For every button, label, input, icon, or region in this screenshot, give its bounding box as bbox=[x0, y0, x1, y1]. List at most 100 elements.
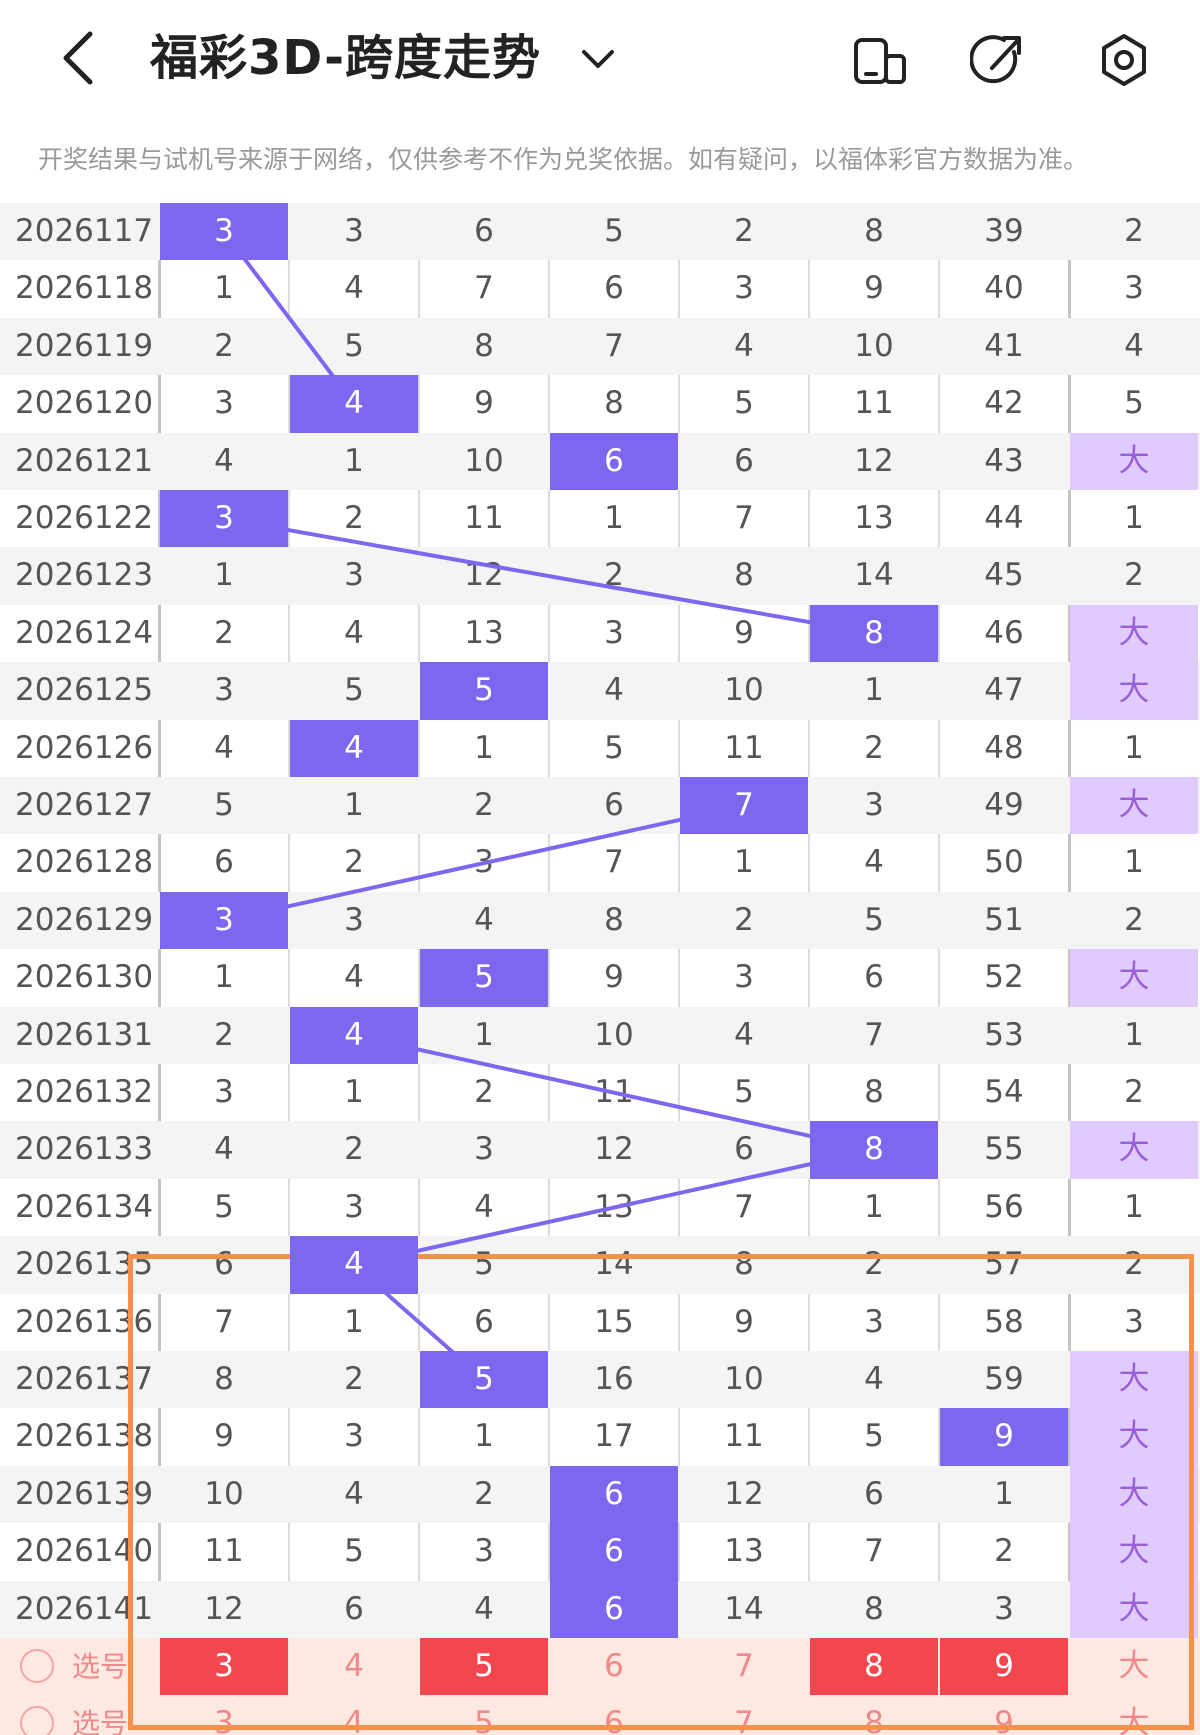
omission-cell: 12 bbox=[464, 557, 504, 594]
issue-number: 2026139 bbox=[15, 1475, 154, 1512]
omission-cell: 42 bbox=[984, 385, 1024, 422]
issue-number: 2026123 bbox=[15, 557, 154, 594]
issue-number: 2026137 bbox=[15, 1361, 154, 1397]
omission-cell: 2 bbox=[1124, 213, 1144, 249]
chevron-down-icon[interactable] bbox=[578, 40, 618, 80]
issue-number: 2026134 bbox=[15, 1188, 154, 1225]
omission-cell: 6 bbox=[604, 787, 624, 823]
select-label: 选号 bbox=[72, 1707, 129, 1735]
big-badge-cell: 大 bbox=[1070, 777, 1198, 835]
omission-cell: 10 bbox=[204, 1475, 244, 1512]
omission-cell: 2 bbox=[474, 1475, 494, 1512]
omission-cell: 12 bbox=[594, 1131, 634, 1168]
table-row: 2026130 1 4 5 9 3 6 52 大 bbox=[0, 949, 1200, 1007]
omission-cell: 45 bbox=[984, 557, 1024, 594]
select-number-button[interactable]: 大 bbox=[1070, 1638, 1198, 1695]
omission-cell: 13 bbox=[594, 1188, 634, 1225]
omission-cell: 5 bbox=[214, 787, 234, 823]
select-number-button[interactable]: 8 bbox=[810, 1638, 938, 1696]
select-number-button[interactable]: 5 bbox=[420, 1695, 548, 1735]
select-number-button[interactable]: 大 bbox=[1070, 1695, 1198, 1735]
radio-circle-icon[interactable] bbox=[20, 1706, 54, 1735]
span-hit-cell: 4 bbox=[290, 375, 418, 433]
select-number-button[interactable]: 4 bbox=[290, 1695, 418, 1735]
omission-cell: 6 bbox=[214, 844, 234, 881]
span-hit-cell: 6 bbox=[550, 432, 678, 490]
select-number-button[interactable]: 3 bbox=[160, 1638, 288, 1696]
omission-cell: 3 bbox=[604, 614, 624, 651]
span-hit-cell: 7 bbox=[680, 777, 808, 835]
chevron-left-icon[interactable] bbox=[52, 28, 112, 88]
span-hit-cell: 6 bbox=[550, 1465, 678, 1524]
omission-cell: 4 bbox=[734, 327, 754, 364]
radio-circle-icon[interactable] bbox=[20, 1649, 54, 1683]
omission-cell: 7 bbox=[864, 1533, 884, 1570]
omission-cell: 9 bbox=[214, 1418, 234, 1455]
omission-cell: 5 bbox=[214, 1188, 234, 1225]
issue-number: 2026125 bbox=[15, 672, 154, 709]
select-number-button[interactable]: 6 bbox=[550, 1638, 678, 1695]
big-badge-cell: 大 bbox=[1070, 1523, 1198, 1581]
share-icon[interactable] bbox=[970, 30, 1026, 90]
table-row: 2026118 1 4 7 6 3 9 40 3 bbox=[0, 260, 1200, 317]
issue-number: 2026135 bbox=[15, 1246, 154, 1283]
omission-cell: 1 bbox=[1124, 844, 1144, 881]
select-number-button[interactable]: 7 bbox=[680, 1638, 808, 1695]
omission-cell: 2 bbox=[344, 1131, 364, 1168]
select-number-button[interactable]: 9 bbox=[940, 1695, 1068, 1735]
omission-cell: 2 bbox=[1124, 1246, 1144, 1283]
omission-cell: 3 bbox=[214, 672, 234, 709]
omission-cell: 8 bbox=[734, 1246, 754, 1283]
issue-number: 2026122 bbox=[15, 500, 154, 536]
omission-cell: 3 bbox=[214, 1074, 234, 1110]
omission-cell: 50 bbox=[984, 844, 1024, 881]
omission-cell: 11 bbox=[594, 1074, 634, 1110]
span-hit-cell: 8 bbox=[810, 604, 938, 663]
issue-number: 2026127 bbox=[15, 787, 154, 823]
omission-cell: 13 bbox=[724, 1533, 764, 1570]
omission-cell: 52 bbox=[984, 959, 1024, 996]
issue-number: 2026133 bbox=[15, 1131, 154, 1168]
select-number-button[interactable]: 3 bbox=[160, 1695, 288, 1735]
omission-cell: 2 bbox=[474, 787, 494, 823]
omission-cell: 2 bbox=[734, 901, 754, 938]
issue-number: 2026121 bbox=[15, 442, 154, 479]
omission-cell: 1 bbox=[344, 1303, 364, 1340]
omission-cell: 12 bbox=[724, 1475, 764, 1512]
select-number-button[interactable]: 6 bbox=[550, 1695, 678, 1735]
omission-cell: 5 bbox=[604, 729, 624, 766]
span-hit-cell: 6 bbox=[550, 1523, 678, 1581]
omission-cell: 8 bbox=[474, 327, 494, 364]
omission-cell: 5 bbox=[864, 901, 884, 938]
omission-cell: 2 bbox=[1124, 1074, 1144, 1110]
select-number-button[interactable]: 7 bbox=[680, 1695, 808, 1735]
omission-cell: 10 bbox=[594, 1016, 634, 1053]
omission-cell: 9 bbox=[604, 959, 624, 996]
select-number-button[interactable]: 8 bbox=[810, 1695, 938, 1735]
omission-cell: 2 bbox=[474, 1074, 494, 1110]
table-row: 2026123 1 3 12 2 8 14 45 2 bbox=[0, 547, 1200, 605]
big-badge-cell: 大 bbox=[1070, 1465, 1198, 1524]
page-title[interactable]: 福彩3D-跨度走势 bbox=[150, 22, 541, 94]
omission-cell: 41 bbox=[984, 327, 1024, 364]
table-row: 2026127 5 1 2 6 7 3 49 大 bbox=[0, 777, 1200, 835]
issue-number: 2026119 bbox=[15, 327, 154, 364]
omission-cell: 1 bbox=[864, 1188, 884, 1225]
omission-cell: 47 bbox=[984, 672, 1024, 709]
omission-cell: 3 bbox=[344, 557, 364, 594]
settings-icon[interactable] bbox=[1096, 30, 1152, 90]
omission-cell: 9 bbox=[734, 1303, 754, 1340]
select-number-button[interactable]: 5 bbox=[420, 1638, 548, 1696]
span-hit-cell: 5 bbox=[420, 949, 548, 1007]
select-number-button[interactable]: 4 bbox=[290, 1638, 418, 1695]
phone-layout-icon[interactable] bbox=[852, 30, 908, 90]
select-number-button[interactable]: 9 bbox=[940, 1638, 1068, 1696]
big-badge-cell: 大 bbox=[1070, 1121, 1198, 1179]
big-badge-cell: 大 bbox=[1070, 1580, 1198, 1638]
top-bar: 福彩3D-跨度走势 bbox=[0, 0, 1200, 118]
span-hit-cell: 8 bbox=[810, 1121, 938, 1179]
omission-cell: 3 bbox=[474, 844, 494, 881]
table-row: 2026132 3 1 2 11 5 8 54 2 bbox=[0, 1064, 1200, 1121]
omission-cell: 51 bbox=[984, 901, 1024, 938]
omission-cell: 7 bbox=[734, 1188, 754, 1225]
